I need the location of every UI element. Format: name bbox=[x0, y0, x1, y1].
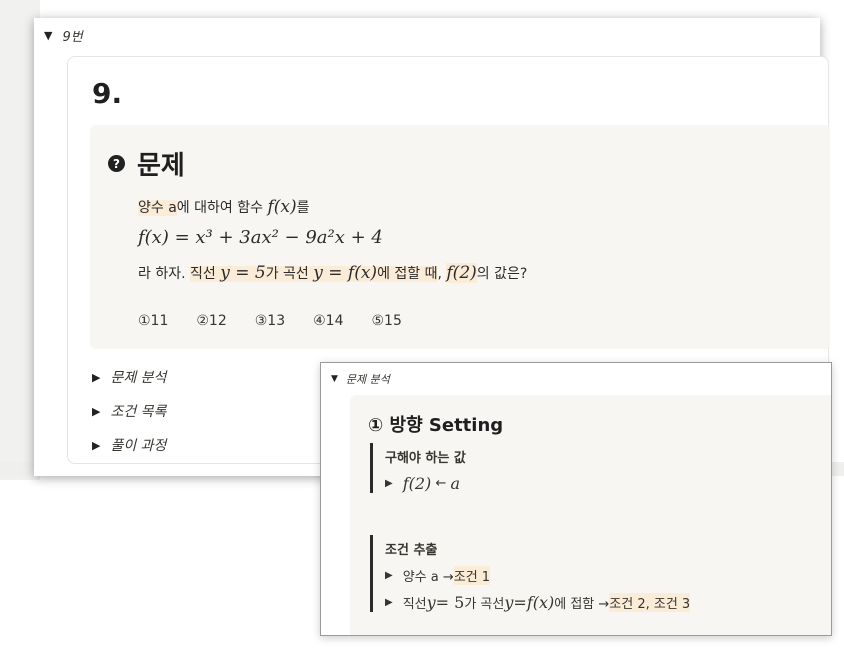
analysis-popup: ▼ 문제 분석 ① 방향 Setting 구해야 하는 값 ▶ f(2) ← a… bbox=[320, 362, 832, 636]
popup-callout: ① 방향 Setting 구해야 하는 값 ▶ f(2) ← a 조건 추출 ▶… bbox=[350, 395, 831, 635]
condition-item-2: ▶ 직선 y = 5가 곡선 y = f(x) 에 접함 → 조건 2, 조건 3 bbox=[385, 593, 691, 612]
bullet-triangle-icon: ▶ bbox=[385, 570, 393, 581]
bullet-triangle-icon: ▶ bbox=[385, 478, 393, 489]
card-title: 9. bbox=[92, 77, 123, 110]
sub-toggle-list: ▶ 문제 분석 ▶ 조건 목록 ▶ 풀이 과정 bbox=[92, 360, 166, 462]
popup-header-label: 문제 분석 bbox=[345, 373, 390, 386]
math-fx: f(x) bbox=[267, 197, 297, 217]
popup-toggle[interactable]: ▼ 문제 분석 bbox=[331, 371, 390, 387]
direction-heading: ① 방향 Setting bbox=[368, 415, 504, 436]
answer-choices: ①11 ②12 ③13 ④14 ⑤15 bbox=[138, 313, 402, 329]
problem-callout: ? 문제 양수 a에 대하여 함수 f(x)를 f(x) = x³ + 3ax²… bbox=[90, 125, 830, 349]
toggle-open-icon[interactable]: ▼ bbox=[331, 374, 338, 384]
math-f2: f(2) bbox=[446, 263, 477, 283]
problem-line-1: 양수 a에 대하여 함수 f(x)를 bbox=[138, 197, 310, 217]
problem-line-3: 라 하자. 직선 y = 5가 곡선 y = f(x)에 접할 때, f(2)의… bbox=[138, 263, 528, 283]
choice-1: ①11 bbox=[138, 313, 169, 329]
toggle-closed-icon[interactable]: ▶ bbox=[92, 371, 100, 384]
target-value-label: 구해야 하는 값 bbox=[385, 451, 466, 466]
bullet-triangle-icon: ▶ bbox=[385, 597, 393, 608]
target-value-quote: 구해야 하는 값 ▶ f(2) ← a bbox=[370, 443, 466, 493]
target-value-item: ▶ f(2) ← a bbox=[385, 474, 461, 493]
highlight-condition-2-3: 조건 2, 조건 3 bbox=[609, 593, 691, 612]
condition-extract-quote: 조건 추출 ▶ 양수 a → 조건 1 ▶ 직선 y = 5가 곡선 y = f… bbox=[370, 535, 691, 612]
toggle-9-label: 9번 bbox=[62, 30, 83, 45]
toggle-closed-icon[interactable]: ▶ bbox=[92, 405, 100, 418]
choice-4: ④14 bbox=[313, 313, 344, 329]
toggle-closed-icon[interactable]: ▶ bbox=[92, 439, 100, 452]
toggle-condition-list[interactable]: ▶ 조건 목록 bbox=[92, 394, 166, 428]
problem-formula: f(x) = x³ + 3ax² − 9a²x + 4 bbox=[138, 227, 383, 248]
toggle-solution-process[interactable]: ▶ 풀이 과정 bbox=[92, 428, 166, 462]
toggle-9[interactable]: ▼ 9번 bbox=[44, 26, 83, 45]
question-icon: ? bbox=[108, 155, 125, 172]
callout-title: 문제 bbox=[137, 151, 185, 181]
choice-3: ③13 bbox=[254, 313, 286, 329]
toggle-open-icon[interactable]: ▼ bbox=[44, 29, 52, 42]
highlight-positive-a: 양수 a bbox=[138, 200, 177, 216]
condition-item-1: ▶ 양수 a → 조건 1 bbox=[385, 566, 690, 585]
choice-5: ⑤15 bbox=[371, 313, 402, 329]
choice-2: ②12 bbox=[196, 313, 227, 329]
toggle-problem-analysis[interactable]: ▶ 문제 분석 bbox=[92, 360, 166, 394]
condition-extract-label: 조건 추출 bbox=[385, 543, 438, 558]
highlight-tangent-condition: 직선 y = 5가 곡선 y = f(x)에 접할 때 bbox=[190, 263, 438, 283]
highlight-condition-1: 조건 1 bbox=[453, 566, 491, 585]
